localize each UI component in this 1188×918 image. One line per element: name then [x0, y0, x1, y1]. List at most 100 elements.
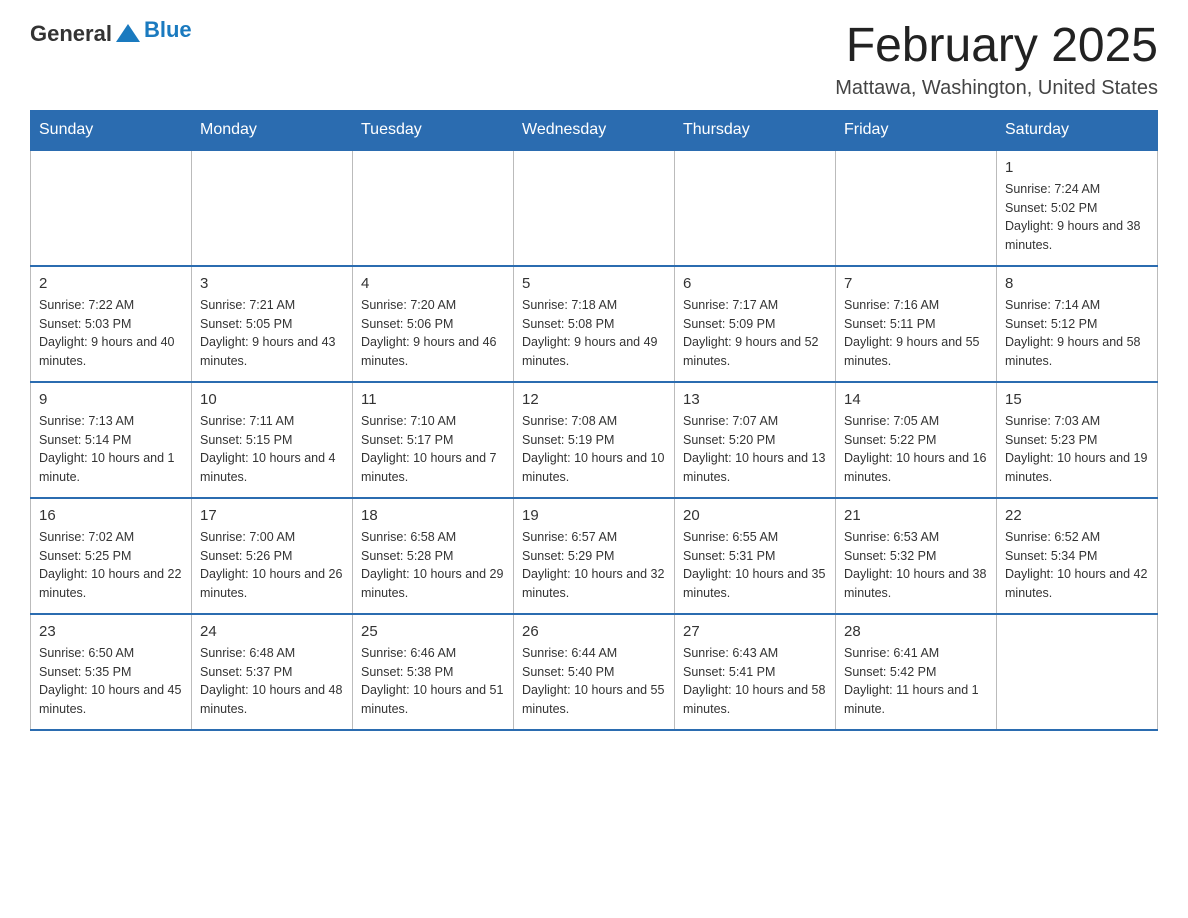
calendar-cell: 12 Sunrise: 7:08 AMSunset: 5:19 PMDayligh… [514, 382, 675, 498]
day-number: 13 [683, 391, 827, 408]
logo-icon [114, 20, 142, 48]
day-number: 6 [683, 275, 827, 292]
calendar-cell: 23 Sunrise: 6:50 AMSunset: 5:35 PMDayligh… [31, 614, 192, 730]
calendar-cell: 18 Sunrise: 6:58 AMSunset: 5:28 PMDayligh… [353, 498, 514, 614]
calendar-cell [514, 150, 675, 266]
calendar-cell [997, 614, 1158, 730]
day-info: Sunrise: 6:41 AMSunset: 5:42 PMDaylight:… [844, 644, 988, 719]
weekday-header-saturday: Saturday [997, 110, 1158, 150]
calendar-cell: 14Sunrise: 7:05 AMSunset: 5:22 PMDayligh… [836, 382, 997, 498]
day-info: Sunrise: 6:53 AMSunset: 5:32 PMDaylight:… [844, 528, 988, 603]
calendar-cell: 5Sunrise: 7:18 AMSunset: 5:08 PMDaylight… [514, 266, 675, 382]
day-info: Sunrise: 6:43 AMSunset: 5:41 PMDaylight:… [683, 644, 827, 719]
day-number: 3 [200, 275, 344, 292]
weekday-header-monday: Monday [192, 110, 353, 150]
calendar-week-row: 1 Sunrise: 7:24 AMSunset: 5:02 PMDaylight… [31, 150, 1158, 266]
calendar-cell [836, 150, 997, 266]
calendar-week-row: 16 Sunrise: 7:02 AMSunset: 5:25 PMDayligh… [31, 498, 1158, 614]
day-info: Sunrise: 7:17 AMSunset: 5:09 PMDaylight:… [683, 296, 827, 371]
month-title: February 2025 [835, 20, 1158, 73]
calendar-cell: 3Sunrise: 7:21 AMSunset: 5:05 PMDaylight… [192, 266, 353, 382]
day-number: 21 [844, 507, 988, 524]
logo-blue: Blue [144, 17, 192, 43]
calendar-cell: 9Sunrise: 7:13 AMSunset: 5:14 PMDaylight… [31, 382, 192, 498]
calendar-week-row: 9Sunrise: 7:13 AMSunset: 5:14 PMDaylight… [31, 382, 1158, 498]
weekday-header-row: SundayMondayTuesdayWednesdayThursdayFrid… [31, 110, 1158, 150]
weekday-header-sunday: Sunday [31, 110, 192, 150]
day-info: Sunrise: 6:52 AMSunset: 5:34 PMDaylight:… [1005, 528, 1149, 603]
calendar-cell [353, 150, 514, 266]
calendar-week-row: 23 Sunrise: 6:50 AMSunset: 5:35 PMDayligh… [31, 614, 1158, 730]
location: Mattawa, Washington, United States [835, 77, 1158, 100]
calendar-cell: 6 Sunrise: 7:17 AMSunset: 5:09 PMDaylight… [675, 266, 836, 382]
calendar-cell: 16 Sunrise: 7:02 AMSunset: 5:25 PMDayligh… [31, 498, 192, 614]
day-info: Sunrise: 6:58 AMSunset: 5:28 PMDaylight:… [361, 528, 505, 603]
calendar-cell: 1 Sunrise: 7:24 AMSunset: 5:02 PMDaylight… [997, 150, 1158, 266]
day-info: Sunrise: 7:20 AMSunset: 5:06 PMDaylight:… [361, 296, 505, 371]
day-info: Sunrise: 7:16 AMSunset: 5:11 PMDaylight:… [844, 296, 988, 371]
calendar-cell: 17 Sunrise: 7:00 AMSunset: 5:26 PMDayligh… [192, 498, 353, 614]
calendar-cell: 24 Sunrise: 6:48 AMSunset: 5:37 PMDayligh… [192, 614, 353, 730]
calendar-cell: 26Sunrise: 6:44 AMSunset: 5:40 PMDayligh… [514, 614, 675, 730]
day-number: 18 [361, 507, 505, 524]
day-number: 4 [361, 275, 505, 292]
day-info: Sunrise: 6:50 AMSunset: 5:35 PMDaylight:… [39, 644, 183, 719]
day-number: 25 [361, 623, 505, 640]
title-section: February 2025 Mattawa, Washington, Unite… [835, 20, 1158, 100]
calendar-cell: 11 Sunrise: 7:10 AMSunset: 5:17 PMDayligh… [353, 382, 514, 498]
calendar-table: SundayMondayTuesdayWednesdayThursdayFrid… [30, 110, 1158, 731]
day-info: Sunrise: 7:02 AMSunset: 5:25 PMDaylight:… [39, 528, 183, 603]
weekday-header-friday: Friday [836, 110, 997, 150]
calendar-cell: 13 Sunrise: 7:07 AMSunset: 5:20 PMDayligh… [675, 382, 836, 498]
day-info: Sunrise: 7:07 AMSunset: 5:20 PMDaylight:… [683, 412, 827, 487]
weekday-header-wednesday: Wednesday [514, 110, 675, 150]
logo: General Blue [30, 20, 192, 48]
day-number: 10 [200, 391, 344, 408]
page-header: General Blue February 2025 Mattawa, Wash… [30, 20, 1158, 100]
day-info: Sunrise: 7:10 AMSunset: 5:17 PMDaylight:… [361, 412, 505, 487]
day-number: 17 [200, 507, 344, 524]
calendar-cell: 7 Sunrise: 7:16 AMSunset: 5:11 PMDaylight… [836, 266, 997, 382]
day-number: 2 [39, 275, 183, 292]
calendar-cell [31, 150, 192, 266]
day-info: Sunrise: 7:11 AMSunset: 5:15 PMDaylight:… [200, 412, 344, 487]
day-number: 27 [683, 623, 827, 640]
calendar-cell: 28 Sunrise: 6:41 AMSunset: 5:42 PMDayligh… [836, 614, 997, 730]
calendar-cell: 20Sunrise: 6:55 AMSunset: 5:31 PMDayligh… [675, 498, 836, 614]
day-info: Sunrise: 7:03 AMSunset: 5:23 PMDaylight:… [1005, 412, 1149, 487]
day-info: Sunrise: 7:08 AMSunset: 5:19 PMDaylight:… [522, 412, 666, 487]
day-number: 7 [844, 275, 988, 292]
day-info: Sunrise: 7:13 AMSunset: 5:14 PMDaylight:… [39, 412, 183, 487]
logo-general: General [30, 21, 112, 47]
day-number: 28 [844, 623, 988, 640]
calendar-cell: 22 Sunrise: 6:52 AMSunset: 5:34 PMDayligh… [997, 498, 1158, 614]
day-info: Sunrise: 7:24 AMSunset: 5:02 PMDaylight:… [1005, 180, 1149, 255]
calendar-cell: 4 Sunrise: 7:20 AMSunset: 5:06 PMDaylight… [353, 266, 514, 382]
day-number: 8 [1005, 275, 1149, 292]
day-number: 12 [522, 391, 666, 408]
day-number: 15 [1005, 391, 1149, 408]
calendar-cell: 15 Sunrise: 7:03 AMSunset: 5:23 PMDayligh… [997, 382, 1158, 498]
day-number: 16 [39, 507, 183, 524]
day-info: Sunrise: 6:46 AMSunset: 5:38 PMDaylight:… [361, 644, 505, 719]
day-info: Sunrise: 7:00 AMSunset: 5:26 PMDaylight:… [200, 528, 344, 603]
day-info: Sunrise: 6:44 AMSunset: 5:40 PMDaylight:… [522, 644, 666, 719]
day-info: Sunrise: 6:48 AMSunset: 5:37 PMDaylight:… [200, 644, 344, 719]
day-info: Sunrise: 7:14 AMSunset: 5:12 PMDaylight:… [1005, 296, 1149, 371]
day-info: Sunrise: 6:57 AMSunset: 5:29 PMDaylight:… [522, 528, 666, 603]
day-number: 23 [39, 623, 183, 640]
weekday-header-tuesday: Tuesday [353, 110, 514, 150]
day-number: 22 [1005, 507, 1149, 524]
day-number: 1 [1005, 159, 1149, 176]
calendar-cell: 2Sunrise: 7:22 AMSunset: 5:03 PMDaylight… [31, 266, 192, 382]
day-number: 11 [361, 391, 505, 408]
day-number: 24 [200, 623, 344, 640]
calendar-cell: 21 Sunrise: 6:53 AMSunset: 5:32 PMDayligh… [836, 498, 997, 614]
calendar-cell: 10 Sunrise: 7:11 AMSunset: 5:15 PMDayligh… [192, 382, 353, 498]
calendar-cell [675, 150, 836, 266]
calendar-cell: 19Sunrise: 6:57 AMSunset: 5:29 PMDayligh… [514, 498, 675, 614]
day-info: Sunrise: 7:05 AMSunset: 5:22 PMDaylight:… [844, 412, 988, 487]
day-info: Sunrise: 6:55 AMSunset: 5:31 PMDaylight:… [683, 528, 827, 603]
calendar-cell: 25 Sunrise: 6:46 AMSunset: 5:38 PMDayligh… [353, 614, 514, 730]
day-info: Sunrise: 7:18 AMSunset: 5:08 PMDaylight:… [522, 296, 666, 371]
